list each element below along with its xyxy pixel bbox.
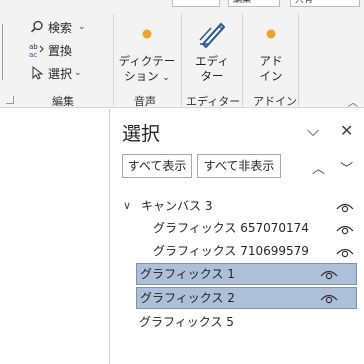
dictate-label-1: ディクテー	[118, 54, 176, 68]
replace-label: 置換	[48, 43, 73, 58]
find-button[interactable]: 検索 ⌄	[28, 17, 86, 37]
group-label-editor: エディター	[186, 95, 241, 108]
list-item[interactable]: グラフィックス 657070174	[119, 217, 364, 239]
eye-icon[interactable]	[336, 221, 354, 235]
select-label: 選択	[48, 66, 73, 81]
editor-label-2: ター	[200, 69, 224, 83]
eye-icon[interactable]	[320, 291, 338, 305]
edit-mode-label: 編集	[233, 0, 252, 5]
svg-text:ac: ac	[29, 51, 37, 58]
addins-label-2: イン	[259, 69, 283, 83]
item-label: グラフィックス 710699579	[153, 244, 309, 258]
list-item[interactable]: ∨ キャンバス 3	[119, 195, 364, 217]
chevron-down-icon: ⌄	[78, 22, 86, 32]
chevron-down-icon: ⌄	[74, 68, 82, 78]
eye-icon[interactable]	[336, 199, 354, 213]
chevron-down-icon[interactable]: ∨	[123, 195, 131, 217]
edit-mode-button[interactable]: 編集	[228, 0, 280, 7]
group-label-edit: 編集	[52, 95, 74, 108]
share-button[interactable]: 共有	[290, 0, 360, 7]
item-label: グラフィックス 657070174	[153, 221, 309, 235]
chevron-down-icon: ⌄	[162, 73, 170, 83]
pane-options-chevron-icon[interactable]: ⌵	[307, 121, 319, 141]
editor-button[interactable]: エディ ター	[184, 20, 240, 84]
item-label: キャンバス 3	[141, 199, 213, 213]
item-label: グラフィックス 5	[139, 315, 234, 329]
svg-text:ab: ab	[29, 43, 38, 51]
ribbon-group-labels: 編集 音声 エディター アドイン	[0, 92, 364, 108]
group-label-addins: アドイン	[253, 95, 297, 108]
cursor-select-icon	[28, 65, 45, 82]
share-label: 共有	[295, 0, 314, 5]
document-area[interactable]	[0, 109, 110, 364]
replace-button[interactable]: ab ac 置換	[28, 40, 73, 60]
microphone-icon	[118, 20, 176, 48]
search-icon	[28, 19, 45, 36]
bring-forward-icon[interactable]: ︿	[312, 158, 325, 177]
editor-pen-icon	[184, 20, 240, 48]
addins-label-1: アド	[259, 54, 283, 68]
group-label-voice: 音声	[134, 95, 156, 108]
group-divider	[2, 24, 3, 80]
dictate-label-2: ション ⌄	[124, 69, 170, 83]
hide-all-button[interactable]: すべて非表示	[197, 154, 281, 178]
select-button[interactable]: 選択 ⌄	[28, 63, 82, 83]
close-icon[interactable]: ✕	[340, 121, 353, 140]
addins-button[interactable]: アド イン	[246, 20, 296, 84]
list-item[interactable]: グラフィックス 710699579	[119, 240, 364, 262]
pane-title: 選択	[122, 123, 161, 145]
show-all-button[interactable]: すべて表示	[122, 154, 192, 178]
addins-icon	[246, 20, 296, 48]
item-label: グラフィックス 1	[140, 267, 235, 281]
send-backward-icon[interactable]: ﹀	[340, 158, 353, 177]
top-button-blank[interactable]	[172, 0, 220, 7]
ribbon: 編集 共有 検索 ⌄ ab ac 置換 選択 ⌄ ディクテー ション ⌄ エディ…	[0, 0, 364, 109]
collapse-ribbon-icon[interactable]: ︿	[348, 94, 358, 109]
list-item[interactable]: グラフィックス 5	[119, 311, 364, 333]
replace-icon: ab ac	[28, 42, 45, 59]
list-item-selected[interactable]: グラフィックス 2	[136, 287, 357, 309]
item-label: グラフィックス 2	[140, 291, 235, 305]
list-item-selected[interactable]: グラフィックス 1	[136, 263, 357, 285]
find-label: 検索	[48, 20, 73, 35]
eye-icon[interactable]	[320, 267, 338, 281]
dictate-button[interactable]: ディクテー ション ⌄	[118, 20, 176, 86]
eye-icon[interactable]	[336, 244, 354, 258]
editor-label-1: エディ	[195, 54, 229, 68]
selection-pane: 選択 ⌵ ✕ すべて表示 すべて非表示 ︿ ﹀ ∨ キャンバス 3 グラフィック…	[111, 109, 364, 364]
